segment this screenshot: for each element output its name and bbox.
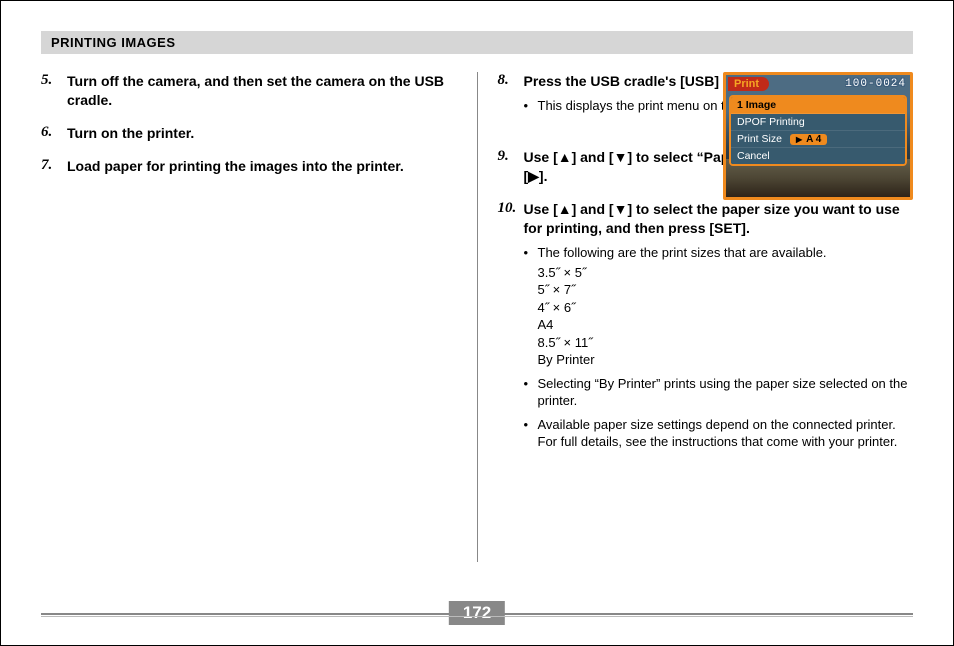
step-number: 7. xyxy=(41,157,67,176)
step-bullet: Selecting “By Printer” prints using the … xyxy=(524,375,914,410)
step-title: Turn off the camera, and then set the ca… xyxy=(67,73,444,108)
step-7: 7. Load paper for printing the images in… xyxy=(41,157,457,176)
step-title: Turn on the printer. xyxy=(67,125,194,141)
content-columns: 5. Turn off the camera, and then set the… xyxy=(41,72,913,572)
page-number: 172 xyxy=(449,601,505,625)
camera-menu-item-cancel: Cancel xyxy=(731,148,905,164)
step-5: 5. Turn off the camera, and then set the… xyxy=(41,72,457,110)
print-size: By Printer xyxy=(538,351,914,369)
manual-page: PRINTING IMAGES 5. Turn off the camera, … xyxy=(0,0,954,646)
camera-screen: Print 100-0024 1 Image DPOF Printing Pri… xyxy=(723,72,913,200)
footer-rule: 172 xyxy=(41,613,913,615)
camera-mode-label: Print xyxy=(728,77,769,91)
page-footer: 172 xyxy=(41,613,913,615)
step-number: 10. xyxy=(498,200,524,457)
step-number: 8. xyxy=(498,72,524,120)
step-number: 9. xyxy=(498,148,524,186)
step-title: Use [▲] and [▼] to select the paper size… xyxy=(524,201,900,236)
step-title: Load paper for printing the images into … xyxy=(67,158,404,174)
print-size: 5˝ × 7˝ xyxy=(538,281,914,299)
camera-menu-value: ▶A 4 xyxy=(790,134,827,145)
print-size-list: 3.5˝ × 5˝ 5˝ × 7˝ 4˝ × 6˝ A4 8.5˝ × 11˝ … xyxy=(538,264,914,369)
camera-menu: 1 Image DPOF Printing Print Size ▶A 4 Ca… xyxy=(729,95,907,166)
print-size: 4˝ × 6˝ xyxy=(538,299,914,317)
print-size: A4 xyxy=(538,316,914,334)
step-10: 10. Use [▲] and [▼] to select the paper … xyxy=(498,200,914,457)
print-size: 3.5˝ × 5˝ xyxy=(538,264,914,282)
section-header: PRINTING IMAGES xyxy=(41,31,913,54)
step-bullet: Available paper size settings depend on … xyxy=(524,416,914,451)
step-number: 5. xyxy=(41,72,67,110)
camera-file-number: 100-0024 xyxy=(845,78,906,90)
step-number: 6. xyxy=(41,124,67,143)
camera-menu-item-image: 1 Image xyxy=(731,97,905,114)
camera-menu-label: Print Size xyxy=(737,133,782,145)
right-column: 8. Press the USB cradle's [USB] button. … xyxy=(478,72,914,572)
camera-menu-item-printsize: Print Size ▶A 4 xyxy=(731,131,905,148)
print-size: 8.5˝ × 11˝ xyxy=(538,334,914,352)
step-6: 6. Turn on the printer. xyxy=(41,124,457,143)
triangle-right-icon: ▶ xyxy=(796,135,802,144)
camera-menu-item-dpof: DPOF Printing xyxy=(731,114,905,131)
step-bullet: The following are the print sizes that a… xyxy=(524,244,914,369)
left-column: 5. Turn off the camera, and then set the… xyxy=(41,72,477,572)
